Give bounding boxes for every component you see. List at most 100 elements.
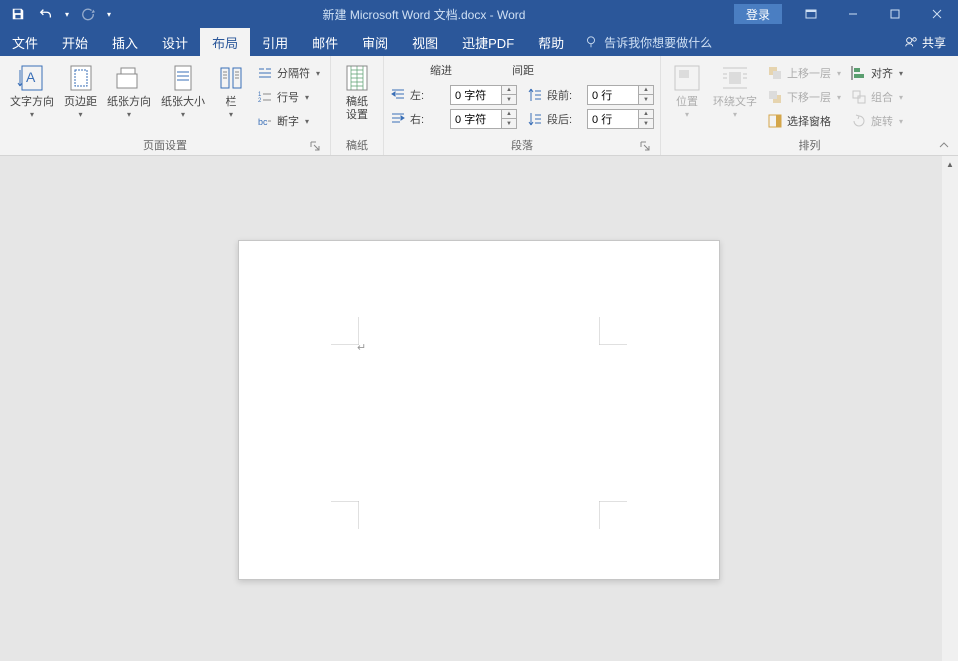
tell-me-search[interactable]: 告诉我你想要做什么	[576, 28, 720, 56]
position-button: 位置 ▾	[667, 60, 707, 121]
minimize-button[interactable]	[832, 0, 874, 28]
group-label-paper: 稿纸	[337, 137, 377, 155]
chevron-down-icon: ▾	[685, 111, 689, 119]
chevron-down-icon: ▾	[316, 69, 320, 78]
line-numbers-icon: 12	[257, 89, 273, 105]
ribbon: A 文字方向 ▾ 页边距 ▾ 纸张方向 ▾ 纸张大小 ▾ 栏	[0, 56, 958, 156]
qat-customize[interactable]: ▾	[104, 2, 114, 26]
document-area[interactable]: ↵	[0, 156, 958, 661]
text-direction-icon: A	[16, 62, 48, 94]
chevron-down-icon: ▾	[78, 111, 82, 119]
group-arrange: 位置 ▾ 环绕文字 ▾ 上移一层 ▾ 下移一层 ▾	[661, 56, 958, 155]
spacing-before-spinner[interactable]: ▲▼	[587, 85, 654, 105]
svg-text:2: 2	[258, 98, 262, 104]
tab-references[interactable]: 引用	[250, 28, 300, 56]
share-icon	[904, 35, 918, 49]
margin-corner-bottom-right	[599, 501, 627, 529]
group-label-paragraph: 段落	[390, 137, 654, 155]
undo-button[interactable]	[34, 2, 58, 26]
orientation-button[interactable]: 纸张方向 ▾	[103, 60, 155, 121]
indent-right-spinner[interactable]: ▲▼	[450, 109, 517, 129]
columns-icon	[215, 62, 247, 94]
tab-mailings[interactable]: 邮件	[300, 28, 350, 56]
chevron-down-icon: ▾	[837, 69, 841, 78]
spin-down[interactable]: ▼	[639, 119, 653, 128]
collapse-ribbon-button[interactable]	[934, 137, 954, 153]
hyphenation-button[interactable]: bc 断字 ▾	[253, 110, 324, 132]
breaks-button[interactable]: 分隔符 ▾	[253, 62, 324, 84]
size-button[interactable]: 纸张大小 ▾	[157, 60, 209, 121]
ribbon-display-options[interactable]	[790, 0, 832, 28]
spin-up[interactable]: ▲	[639, 110, 653, 119]
tab-review[interactable]: 审阅	[350, 28, 400, 56]
scroll-up-button[interactable]: ▲	[942, 156, 958, 172]
tab-help[interactable]: 帮助	[526, 28, 576, 56]
chevron-down-icon: ▾	[305, 93, 309, 102]
spacing-before-input[interactable]	[588, 89, 638, 101]
share-button[interactable]: 共享	[904, 28, 958, 56]
group-paragraph: 缩进 间距 左: ▲▼ 段前: ▲▼ 右:	[384, 56, 661, 155]
chevron-up-icon	[938, 139, 950, 151]
spin-up[interactable]: ▲	[502, 110, 516, 119]
columns-button[interactable]: 栏 ▾	[211, 60, 251, 121]
group-paper: 稿纸 设置 稿纸	[331, 56, 384, 155]
save-button[interactable]	[6, 2, 30, 26]
spacing-before-icon	[527, 87, 543, 103]
tab-design[interactable]: 设计	[150, 28, 200, 56]
wrap-text-icon	[719, 62, 751, 94]
spin-down[interactable]: ▼	[639, 95, 653, 104]
group-page-setup: A 文字方向 ▾ 页边距 ▾ 纸张方向 ▾ 纸张大小 ▾ 栏	[0, 56, 331, 155]
spin-up[interactable]: ▲	[502, 86, 516, 95]
margins-button[interactable]: 页边距 ▾	[60, 60, 101, 121]
line-numbers-button[interactable]: 12 行号 ▾	[253, 86, 324, 108]
indent-right-label: 右:	[410, 111, 446, 127]
margin-corner-bottom-left	[331, 501, 359, 529]
chevron-down-icon: ▾	[899, 69, 903, 78]
undo-dropdown[interactable]: ▾	[62, 2, 72, 26]
rotate-button: 旋转 ▾	[847, 110, 907, 132]
paragraph-launcher[interactable]	[638, 139, 652, 153]
position-icon	[671, 62, 703, 94]
login-button[interactable]: 登录	[734, 4, 782, 24]
page-setup-launcher[interactable]	[308, 139, 322, 153]
spacing-after-spinner[interactable]: ▲▼	[587, 109, 654, 129]
indent-left-label: 左:	[410, 87, 446, 103]
text-direction-button[interactable]: A 文字方向 ▾	[6, 60, 58, 121]
indent-left-spinner[interactable]: ▲▼	[450, 85, 517, 105]
tab-home[interactable]: 开始	[50, 28, 100, 56]
bring-forward-icon	[767, 65, 783, 81]
tab-insert[interactable]: 插入	[100, 28, 150, 56]
window-title: 新建 Microsoft Word 文档.docx - Word	[114, 6, 734, 23]
chevron-down-icon: ▾	[837, 93, 841, 102]
spacing-after-input[interactable]	[588, 113, 638, 125]
selection-pane-button[interactable]: 选择窗格	[763, 110, 845, 132]
rotate-icon	[851, 113, 867, 129]
send-backward-icon	[767, 89, 783, 105]
chevron-down-icon: ▾	[127, 111, 131, 119]
align-button[interactable]: 对齐 ▾	[847, 62, 907, 84]
spacing-after-icon	[527, 111, 543, 127]
paragraph-mark: ↵	[357, 341, 366, 354]
indent-right-icon	[390, 111, 406, 127]
vertical-scrollbar[interactable]: ▲	[942, 156, 958, 661]
spin-down[interactable]: ▼	[502, 119, 516, 128]
close-button[interactable]	[916, 0, 958, 28]
bring-forward-button: 上移一层 ▾	[763, 62, 845, 84]
tab-file[interactable]: 文件	[0, 28, 50, 56]
indent-left-input[interactable]	[451, 89, 501, 101]
page[interactable]: ↵	[238, 240, 720, 580]
orientation-icon	[113, 62, 145, 94]
spin-down[interactable]: ▼	[502, 95, 516, 104]
selection-pane-icon	[767, 113, 783, 129]
tab-pdf[interactable]: 迅捷PDF	[450, 28, 526, 56]
maximize-button[interactable]	[874, 0, 916, 28]
tab-layout[interactable]: 布局	[200, 28, 250, 56]
indent-right-input[interactable]	[451, 113, 501, 125]
title-bar: ▾ ▾ 新建 Microsoft Word 文档.docx - Word 登录	[0, 0, 958, 28]
spin-up[interactable]: ▲	[639, 86, 653, 95]
redo-button[interactable]	[76, 2, 100, 26]
paper-settings-button[interactable]: 稿纸 设置	[337, 60, 377, 124]
tab-view[interactable]: 视图	[400, 28, 450, 56]
spacing-before-label: 段前:	[547, 87, 583, 103]
chevron-down-icon: ▾	[899, 93, 903, 102]
